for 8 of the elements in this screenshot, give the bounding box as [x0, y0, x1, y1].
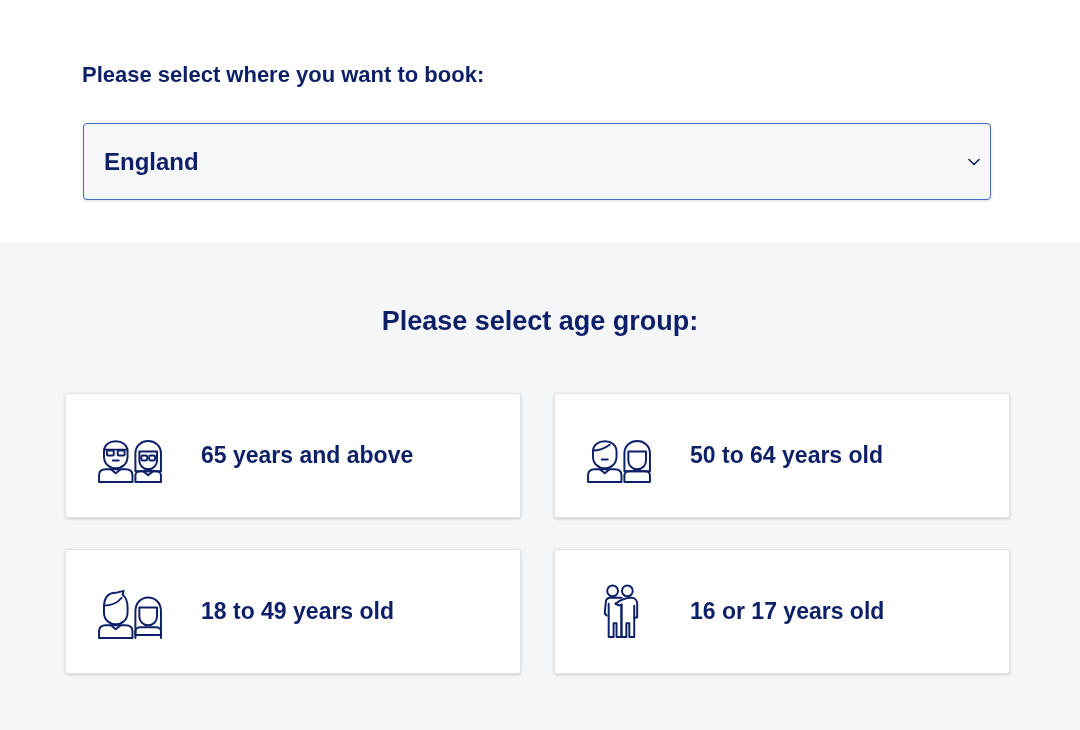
age-group-option[interactable]: 16 or 17 years old: [554, 549, 1010, 674]
chevron-down-icon: [968, 157, 980, 166]
country-select[interactable]: England: [83, 123, 991, 200]
age-group-option[interactable]: 18 to 49 years old: [65, 549, 521, 674]
age-group-heading: Please select age group:: [380, 305, 700, 338]
age-group-option[interactable]: 50 to 64 years old: [554, 393, 1010, 518]
location-prompt: Please select where you want to book:: [82, 61, 486, 89]
age-group-option[interactable]: 65 years and above: [65, 393, 521, 518]
